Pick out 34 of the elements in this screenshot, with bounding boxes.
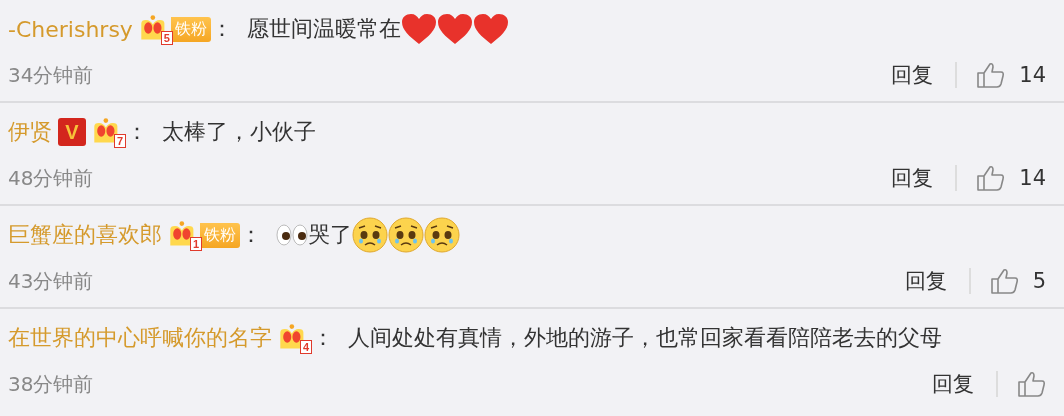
reply-link[interactable]: 回复 — [932, 370, 974, 398]
fan-badge: 铁粉 — [170, 16, 211, 42]
timestamp: 34分钟前 — [8, 61, 94, 89]
reply-link[interactable]: 回复 — [891, 164, 934, 192]
like-count: 14 — [1019, 166, 1046, 190]
comment-text: ： 太棒了，小伙子 — [126, 118, 316, 146]
comment-text: ： — [240, 221, 263, 249]
thumbs-up-icon[interactable] — [977, 62, 1006, 88]
heart-icon — [400, 13, 437, 45]
like-count: 14 — [1019, 63, 1046, 87]
crown-badge: 4 — [278, 323, 312, 353]
comment-text: 哭了 — [308, 221, 352, 249]
comment-text: ： 人间处处有真情，外地的游子，也常回家看看陪陪老去的父母 — [312, 324, 942, 352]
crying-face-icon — [352, 217, 388, 253]
reply-link[interactable]: 回复 — [904, 267, 947, 295]
comment-text: ： 愿世间温暖常在 — [210, 15, 401, 43]
thumbs-up-icon[interactable] — [1018, 371, 1046, 397]
timestamp: 38分钟前 — [8, 370, 94, 398]
crying-face-icon — [388, 217, 424, 253]
timestamp: 48分钟前 — [8, 164, 94, 192]
thumbs-up-icon[interactable] — [990, 268, 1019, 294]
fan-badge: 铁粉 — [200, 222, 240, 248]
timestamp: 43分钟前 — [8, 267, 94, 295]
eyes-icon — [276, 223, 308, 247]
crown-badge: 1 — [168, 220, 202, 250]
crying-face-icon — [424, 217, 460, 253]
heart-icon — [436, 13, 473, 45]
crown-badge: 5 — [138, 14, 173, 44]
reply-link[interactable]: 回复 — [891, 61, 934, 89]
thumbs-up-icon[interactable] — [977, 165, 1006, 191]
heart-icon — [472, 13, 509, 45]
crown-badge: 7 — [92, 117, 126, 147]
like-count: 5 — [1032, 269, 1046, 293]
vip-badge: V — [58, 118, 86, 146]
